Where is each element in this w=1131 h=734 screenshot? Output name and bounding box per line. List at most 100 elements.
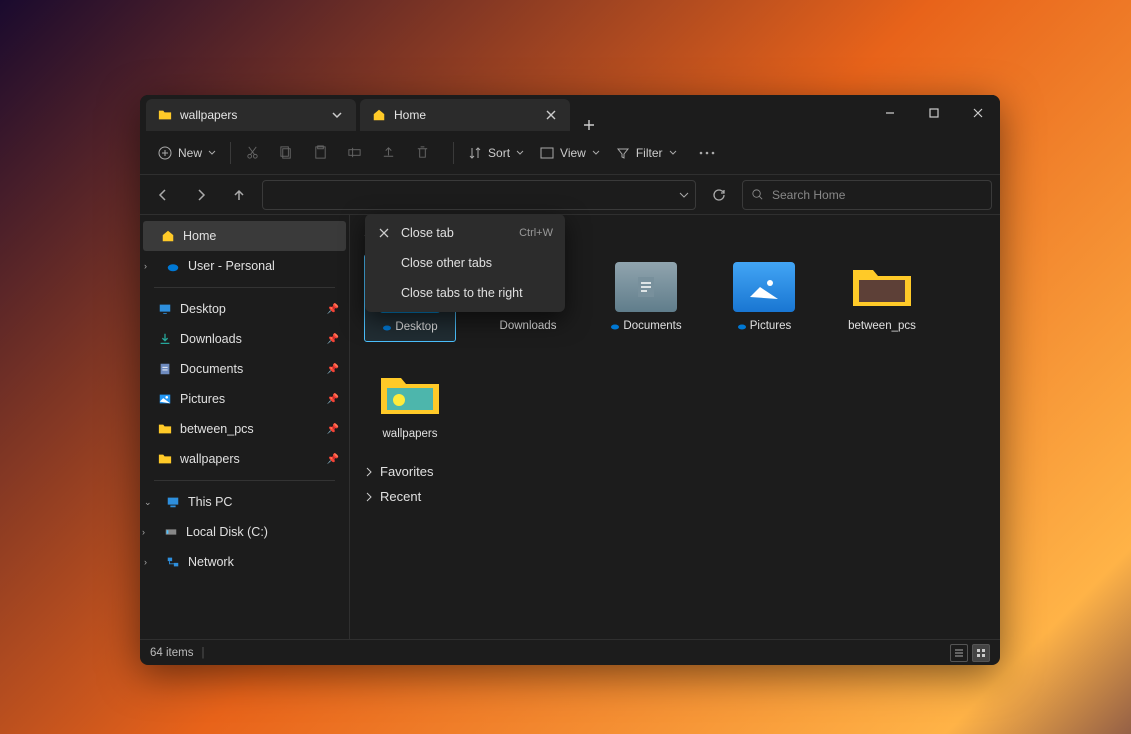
desktop-icon: [158, 302, 172, 316]
sidebar-label: Pictures: [180, 392, 225, 406]
home-icon: [372, 108, 386, 122]
sidebar-item-network[interactable]: › Network: [140, 547, 349, 577]
sidebar-item-between-pcs[interactable]: between_pcs 📌: [140, 414, 349, 444]
item-pictures[interactable]: Pictures: [718, 254, 810, 342]
pictures-icon: [158, 392, 172, 406]
separator: [453, 142, 454, 164]
forward-button[interactable]: [186, 180, 216, 210]
minimize-button[interactable]: [868, 95, 912, 131]
refresh-button[interactable]: [704, 180, 734, 210]
item-label: wallpapers: [383, 428, 438, 440]
back-button[interactable]: [148, 180, 178, 210]
pin-icon[interactable]: 📌: [327, 334, 339, 345]
close-icon[interactable]: [540, 104, 562, 126]
section-favorites[interactable]: Favorites: [364, 464, 986, 479]
close-window-button[interactable]: [956, 95, 1000, 131]
ellipsis-icon: [699, 151, 715, 155]
status-bar: 64 items |: [140, 639, 1000, 665]
view-label: View: [560, 146, 586, 160]
pin-icon[interactable]: 📌: [327, 304, 339, 315]
chevron-right-icon[interactable]: ›: [144, 261, 156, 271]
tab-home[interactable]: Home: [360, 99, 570, 131]
chevron-down-icon: [516, 149, 524, 157]
folder-icon: [158, 452, 172, 466]
downloads-icon: [158, 332, 172, 346]
sidebar: Home › User - Personal Desktop 📌 Downloa…: [140, 215, 350, 639]
tab-strip: wallpapers Home: [140, 95, 868, 131]
onedrive-icon: [166, 259, 180, 273]
more-button[interactable]: [691, 147, 723, 159]
rename-button[interactable]: [339, 138, 369, 168]
file-explorer-window: wallpapers Home: [140, 95, 1000, 665]
ctx-shortcut: Ctrl+W: [519, 227, 553, 239]
sidebar-label: wallpapers: [180, 452, 240, 466]
chevron-right-icon: [364, 492, 374, 502]
search-box[interactable]: Search Home: [742, 180, 992, 210]
ctx-close-tab[interactable]: Close tab Ctrl+W: [365, 218, 565, 248]
delete-button[interactable]: [407, 138, 437, 168]
up-button[interactable]: [224, 180, 254, 210]
maximize-button[interactable]: [912, 95, 956, 131]
sidebar-item-desktop[interactable]: Desktop 📌: [140, 294, 349, 324]
sidebar-item-pictures[interactable]: Pictures 📌: [140, 384, 349, 414]
chevron-down-icon[interactable]: [326, 104, 348, 126]
new-button[interactable]: New: [150, 142, 224, 164]
tab-context-menu: Close tab Ctrl+W Close other tabs Close …: [365, 214, 565, 312]
sidebar-item-user[interactable]: › User - Personal: [140, 251, 349, 281]
separator: [154, 480, 335, 481]
copy-button[interactable]: [271, 138, 301, 168]
item-wallpapers[interactable]: wallpapers: [364, 362, 456, 448]
body: Home › User - Personal Desktop 📌 Downloa…: [140, 215, 1000, 639]
sidebar-item-downloads[interactable]: Downloads 📌: [140, 324, 349, 354]
pin-icon[interactable]: 📌: [327, 424, 339, 435]
ctx-close-other-tabs[interactable]: Close other tabs: [365, 248, 565, 278]
icons-view-button[interactable]: [972, 644, 990, 662]
filter-button[interactable]: Filter: [608, 142, 685, 164]
section-label: Favorites: [380, 464, 433, 479]
pin-icon[interactable]: 📌: [327, 394, 339, 405]
chevron-down-icon: [208, 149, 216, 157]
pin-icon[interactable]: 📌: [327, 454, 339, 465]
item-documents[interactable]: Documents: [600, 254, 692, 342]
sidebar-item-thispc[interactable]: ⌄ This PC: [140, 487, 349, 517]
address-bar: Search Home: [140, 175, 1000, 215]
chevron-right-icon[interactable]: ›: [144, 557, 156, 567]
view-button[interactable]: View: [532, 142, 608, 164]
separator: [230, 142, 231, 164]
sort-button[interactable]: Sort: [460, 142, 532, 164]
chevron-right-icon[interactable]: ›: [142, 527, 154, 537]
sidebar-label: Downloads: [180, 332, 242, 346]
sidebar-item-documents[interactable]: Documents 📌: [140, 354, 349, 384]
cloud-icon: [382, 322, 392, 332]
chevron-down-icon[interactable]: ⌄: [144, 497, 156, 508]
details-view-button[interactable]: [950, 644, 968, 662]
pin-icon[interactable]: 📌: [327, 364, 339, 375]
new-tab-button[interactable]: [574, 119, 604, 131]
sidebar-item-home[interactable]: Home: [143, 221, 346, 251]
address-field[interactable]: [262, 180, 696, 210]
sidebar-item-localdisk[interactable]: › Local Disk (C:): [140, 517, 349, 547]
cut-button[interactable]: [237, 138, 267, 168]
item-label: between_pcs: [848, 320, 916, 332]
sidebar-label: Local Disk (C:): [186, 525, 268, 539]
sidebar-label: Documents: [180, 362, 243, 376]
ctx-close-tabs-right[interactable]: Close tabs to the right: [365, 278, 565, 308]
tab-wallpapers[interactable]: wallpapers: [146, 99, 356, 131]
sidebar-item-wallpapers[interactable]: wallpapers 📌: [140, 444, 349, 474]
search-placeholder: Search Home: [772, 188, 845, 202]
item-label: Downloads: [500, 320, 557, 332]
toolbar: New Sort View Filter: [140, 131, 1000, 175]
chevron-right-icon: [364, 467, 374, 477]
chevron-down-icon[interactable]: [679, 190, 689, 200]
item-between-pcs[interactable]: between_pcs: [836, 254, 928, 342]
new-label: New: [178, 146, 202, 160]
chevron-down-icon: [592, 149, 600, 157]
folder-icon: [379, 370, 441, 420]
paste-button[interactable]: [305, 138, 335, 168]
tab-label: Home: [394, 108, 540, 122]
new-icon: [158, 146, 172, 160]
section-recent[interactable]: Recent: [364, 489, 986, 504]
share-button[interactable]: [373, 138, 403, 168]
view-icon: [540, 146, 554, 160]
cloud-icon: [610, 321, 620, 331]
